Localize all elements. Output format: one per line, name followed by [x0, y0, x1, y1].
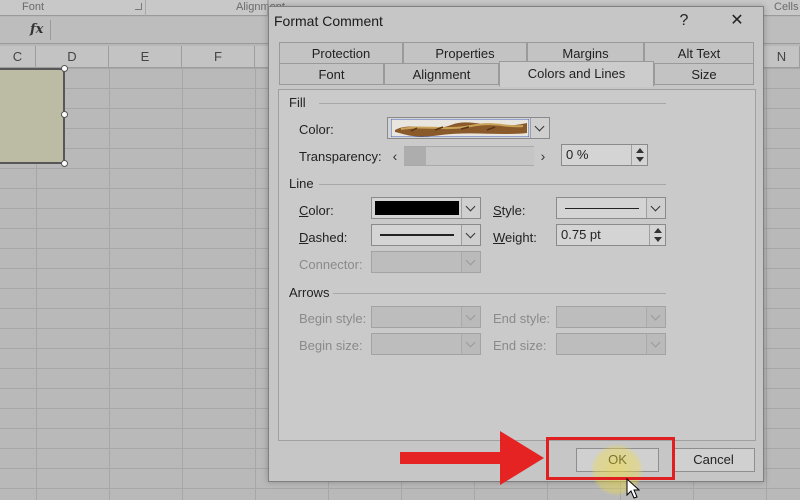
formula-separator: [50, 20, 51, 40]
dropdown-arrow[interactable]: [646, 307, 665, 327]
weight-spinner[interactable]: 0.75 pt: [556, 224, 666, 246]
dialog-title: Format Comment: [274, 13, 383, 29]
spin-up-icon[interactable]: [654, 228, 662, 233]
weight-label: Weight:: [493, 230, 537, 245]
chevron-down-icon: [465, 228, 476, 239]
dropdown-arrow[interactable]: [461, 252, 480, 272]
column-header-n[interactable]: N: [764, 46, 800, 68]
line-style-sample: [565, 208, 639, 209]
column-header-f[interactable]: F: [182, 46, 255, 68]
transparency-slider[interactable]: ‹ ›: [388, 146, 550, 166]
chevron-down-icon: [465, 310, 476, 321]
fill-section-heading: Fill: [289, 95, 306, 110]
line-color-dropdown[interactable]: [371, 197, 481, 219]
pointer-arrow-shaft: [400, 452, 508, 464]
column-header-d[interactable]: D: [36, 46, 109, 68]
tab-protection[interactable]: Protection: [279, 42, 403, 64]
spin-down-icon[interactable]: [654, 237, 662, 242]
end-size-dropdown[interactable]: [556, 333, 666, 355]
ribbon-group-alignment: Alignment: [146, 0, 285, 16]
tab-alignment[interactable]: Alignment: [384, 63, 499, 85]
resize-handle[interactable]: [61, 65, 68, 72]
chevron-left-icon[interactable]: ‹: [388, 148, 402, 164]
line-style-label: Style:: [493, 203, 526, 218]
arrows-section-heading: Arrows: [289, 285, 330, 300]
fill-divider: [319, 103, 666, 104]
comment-box[interactable]: [0, 65, 68, 167]
arrows-divider: [333, 293, 666, 294]
dropdown-arrow[interactable]: [461, 307, 480, 327]
column-header-c[interactable]: C: [0, 46, 36, 68]
begin-style-label: Begin style:: [299, 311, 367, 326]
line-section-heading: Line: [289, 176, 314, 191]
tab-alt-text[interactable]: Alt Text: [644, 42, 754, 64]
ok-highlight-box: [546, 437, 675, 480]
help-button[interactable]: ?: [672, 11, 696, 31]
fill-color-dropdown[interactable]: [387, 117, 550, 139]
pointer-arrow-icon: [500, 431, 544, 485]
fx-icon[interactable]: fx: [30, 22, 43, 37]
chevron-down-icon: [465, 255, 476, 266]
tab-size[interactable]: Size: [654, 63, 754, 85]
dropdown-arrow[interactable]: [461, 198, 480, 218]
line-style-dropdown[interactable]: [556, 197, 666, 219]
ribbon-group-label: Cells: [774, 1, 799, 13]
chevron-down-icon: [465, 337, 476, 348]
dialog-titlebar[interactable]: Format Comment ? ✕: [269, 7, 763, 35]
close-button[interactable]: ✕: [725, 11, 749, 31]
transparency-spinner[interactable]: 0 %: [561, 144, 648, 166]
connector-dropdown[interactable]: [371, 251, 481, 273]
connector-label: Connector:: [299, 257, 363, 272]
end-size-label: End size:: [493, 338, 547, 353]
chevron-down-icon: [465, 201, 476, 212]
fill-color-label: Color:: [299, 122, 334, 137]
dropdown-arrow[interactable]: [530, 118, 549, 138]
weight-value: 0.75 pt: [561, 227, 601, 242]
spin-buttons[interactable]: [649, 225, 665, 245]
dialog-launcher-icon[interactable]: [135, 3, 142, 10]
chevron-down-icon: [534, 121, 545, 132]
resize-handle[interactable]: [61, 111, 68, 118]
dropdown-arrow[interactable]: [461, 225, 480, 245]
end-style-label: End style:: [493, 311, 551, 326]
column-header-e[interactable]: E: [109, 46, 182, 68]
ribbon-group-font: Font: [0, 0, 146, 16]
spin-up-icon[interactable]: [636, 148, 644, 153]
dropdown-arrow[interactable]: [646, 198, 665, 218]
line-divider: [319, 184, 666, 185]
dropdown-arrow[interactable]: [461, 334, 480, 354]
chevron-down-icon: [650, 201, 661, 212]
dashed-sample: [380, 234, 454, 236]
tab-font[interactable]: Font: [279, 63, 384, 85]
transparency-label: Transparency:: [299, 149, 382, 164]
format-comment-dialog: Format Comment ? ✕ Protection Properties…: [268, 6, 764, 482]
line-color-label: Color:: [299, 203, 334, 218]
spin-buttons[interactable]: [631, 145, 647, 165]
begin-size-dropdown[interactable]: [371, 333, 481, 355]
mouse-cursor-icon: [626, 478, 640, 499]
transparency-value: 0 %: [566, 147, 589, 162]
dashed-label: Dashed:: [299, 230, 348, 245]
tab-colors-and-lines[interactable]: Colors and Lines: [499, 61, 654, 87]
dashed-dropdown[interactable]: [371, 224, 481, 246]
slider-thumb[interactable]: [404, 147, 426, 165]
line-color-swatch: [375, 201, 459, 215]
begin-style-dropdown[interactable]: [371, 306, 481, 328]
ribbon-group-label: Font: [22, 1, 45, 13]
chevron-down-icon: [650, 310, 661, 321]
end-style-dropdown[interactable]: [556, 306, 666, 328]
cancel-button[interactable]: Cancel: [672, 448, 755, 472]
ribbon-group-cells: Cells: [764, 0, 800, 16]
begin-size-label: Begin size:: [299, 338, 363, 353]
chevron-right-icon[interactable]: ›: [536, 148, 550, 164]
chevron-down-icon: [650, 337, 661, 348]
resize-handle[interactable]: [61, 160, 68, 167]
dropdown-arrow[interactable]: [646, 334, 665, 354]
spin-down-icon[interactable]: [636, 157, 644, 162]
texture-swatch-icon: [391, 119, 529, 137]
